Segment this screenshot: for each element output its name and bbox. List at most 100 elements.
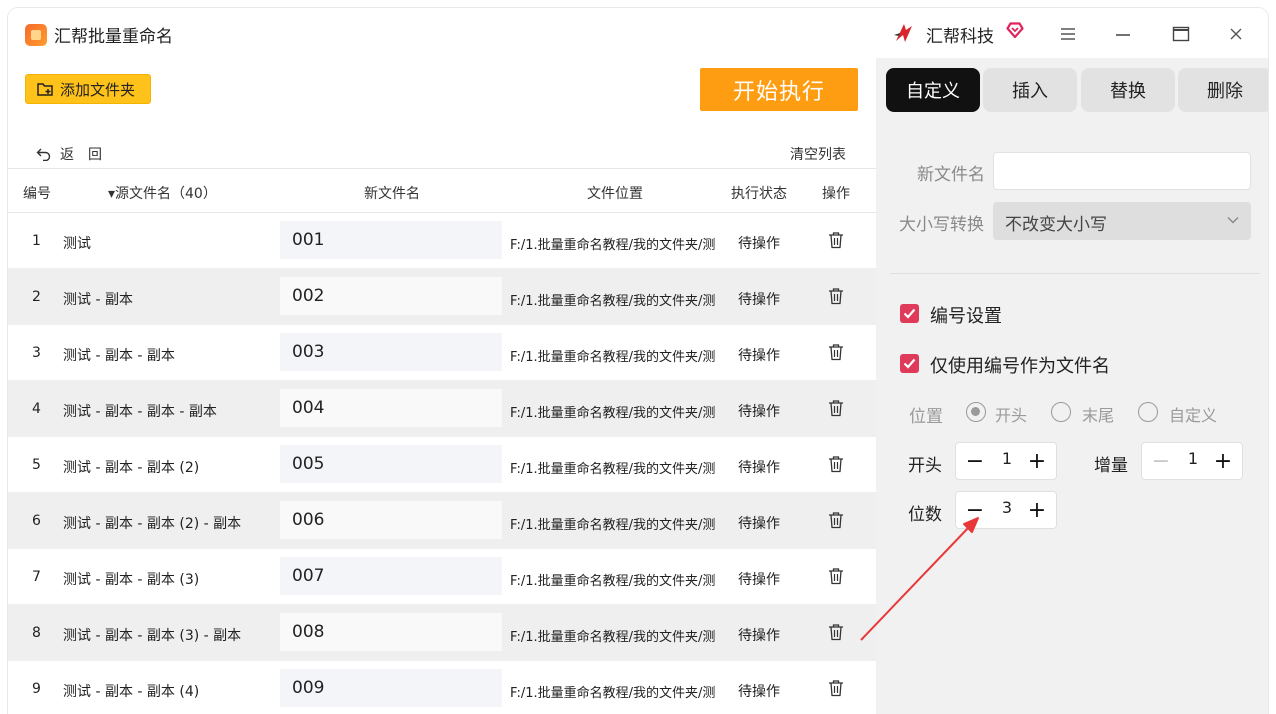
- tab-custom[interactable]: 自定义: [886, 68, 980, 112]
- row-new-name-input[interactable]: [280, 445, 502, 483]
- case-convert-label: 大小写转换: [899, 215, 984, 235]
- row-source-name: 测试 - 副本 - 副本 (2) - 副本: [63, 516, 242, 532]
- row-source-name: 测试 - 副本 - 副本 (4): [63, 684, 200, 700]
- row-index: 5: [32, 457, 41, 473]
- only-number-checkbox[interactable]: [900, 354, 919, 373]
- row-source-name: 测试 - 副本 - 副本: [63, 348, 175, 364]
- row-status: 待操作: [738, 292, 780, 308]
- row-index: 6: [32, 513, 41, 529]
- delete-icon[interactable]: [828, 623, 844, 645]
- row-file-location: F:/1.批量重命名教程/我的文件夹/测: [510, 238, 716, 253]
- checkmark-icon: [903, 308, 916, 319]
- col-header-location: 文件位置: [587, 186, 643, 202]
- row-new-name-input[interactable]: [280, 501, 502, 539]
- row-new-name-input[interactable]: [280, 613, 502, 651]
- row-file-location: F:/1.批量重命名教程/我的文件夹/测: [510, 630, 716, 645]
- row-status: 待操作: [738, 684, 780, 700]
- position-radio-start[interactable]: [966, 402, 986, 422]
- start-button[interactable]: 开始执行: [700, 68, 858, 111]
- position-option-end: 末尾: [1082, 406, 1115, 425]
- delete-icon[interactable]: [828, 231, 844, 253]
- digits-increment-button[interactable]: +: [1024, 497, 1050, 523]
- menu-icon[interactable]: [1055, 22, 1081, 46]
- table-row[interactable]: 3 测试 - 副本 - 副本 F:/1.批量重命名教程/我的文件夹/测 待操作: [8, 325, 876, 381]
- back-label: 返回: [60, 147, 116, 163]
- position-label: 位置: [909, 407, 943, 427]
- row-file-location: F:/1.批量重命名教程/我的文件夹/测: [510, 462, 716, 477]
- position-radio-custom[interactable]: [1138, 402, 1158, 422]
- row-source-name: 测试 - 副本: [63, 292, 133, 308]
- row-index: 4: [32, 401, 41, 417]
- minimize-icon[interactable]: [1110, 22, 1136, 46]
- only-number-label: 仅使用编号作为文件名: [930, 356, 1110, 377]
- tab-insert[interactable]: 插入: [983, 68, 1077, 112]
- table-row[interactable]: 9 测试 - 副本 - 副本 (4) F:/1.批量重命名教程/我的文件夹/测 待操作: [8, 661, 876, 714]
- row-file-location: F:/1.批量重命名教程/我的文件夹/测: [510, 350, 716, 365]
- table-row[interactable]: 7 测试 - 副本 - 副本 (3) F:/1.批量重命名教程/我的文件夹/测 待操作: [8, 549, 876, 605]
- col-header-index[interactable]: 编号: [23, 183, 51, 203]
- delete-icon[interactable]: [828, 567, 844, 589]
- brand-logo-icon: [894, 24, 912, 42]
- settings-pane: 自定义 插入 替换 删除 新文件名 大小写转换 不改变大小写 编号设置 仅使用编…: [876, 58, 1268, 714]
- add-folder-icon: [37, 83, 53, 96]
- row-index: 8: [32, 625, 41, 641]
- row-status: 待操作: [738, 236, 780, 252]
- delete-icon[interactable]: [828, 343, 844, 365]
- file-list-pane: 添加文件夹 开始执行 返回 清空列表 编号 ▾源文件名（40） 新文件名 文件位…: [8, 58, 876, 714]
- row-new-name-input[interactable]: [280, 277, 502, 315]
- case-convert-value: 不改变大小写: [1005, 215, 1107, 235]
- row-index: 1: [32, 233, 41, 249]
- digits-stepper[interactable]: − 3 +: [955, 491, 1057, 529]
- delete-icon[interactable]: [828, 511, 844, 533]
- chevron-down-icon: [1227, 217, 1239, 224]
- digits-label: 位数: [908, 505, 942, 525]
- add-folder-button[interactable]: 添加文件夹: [25, 74, 151, 104]
- start-increment-button[interactable]: +: [1024, 448, 1050, 474]
- position-option-custom: 自定义: [1169, 406, 1218, 425]
- row-file-location: F:/1.批量重命名教程/我的文件夹/测: [510, 294, 716, 309]
- case-convert-select[interactable]: 不改变大小写: [993, 202, 1251, 240]
- delete-icon[interactable]: [828, 399, 844, 421]
- row-file-location: F:/1.批量重命名教程/我的文件夹/测: [510, 686, 716, 701]
- delete-icon[interactable]: [828, 455, 844, 477]
- tab-replace[interactable]: 替换: [1081, 68, 1175, 112]
- row-new-name-input[interactable]: [280, 669, 502, 707]
- row-status: 待操作: [738, 404, 780, 420]
- table-row[interactable]: 2 测试 - 副本 F:/1.批量重命名教程/我的文件夹/测 待操作: [8, 269, 876, 325]
- row-new-name-input[interactable]: [280, 221, 502, 259]
- row-file-location: F:/1.批量重命名教程/我的文件夹/测: [510, 574, 716, 589]
- row-index: 3: [32, 345, 41, 361]
- add-folder-label: 添加文件夹: [60, 80, 136, 99]
- numbering-checkbox[interactable]: [900, 304, 919, 323]
- row-new-name-input[interactable]: [280, 389, 502, 427]
- close-icon[interactable]: [1223, 22, 1249, 46]
- row-file-location: F:/1.批量重命名教程/我的文件夹/测: [510, 518, 716, 533]
- back-button[interactable]: 返回: [36, 144, 116, 164]
- row-new-name-input[interactable]: [280, 557, 502, 595]
- row-index: 7: [32, 569, 41, 585]
- start-stepper[interactable]: − 1 +: [955, 442, 1057, 480]
- file-table: 编号 ▾源文件名（40） 新文件名 文件位置 执行状态 操作 1 测试 F:/1.批…: [8, 168, 876, 714]
- position-radio-end[interactable]: [1051, 402, 1071, 422]
- delete-icon[interactable]: [828, 679, 844, 701]
- table-row[interactable]: 8 测试 - 副本 - 副本 (3) - 副本 F:/1.批量重命名教程/我的文件夹…: [8, 605, 876, 661]
- table-row[interactable]: 1 测试 F:/1.批量重命名教程/我的文件夹/测 待操作: [8, 213, 876, 269]
- increment-stepper[interactable]: − 1 +: [1141, 442, 1243, 480]
- table-row[interactable]: 4 测试 - 副本 - 副本 - 副本 F:/1.批量重命名教程/我的文件夹/测 待操…: [8, 381, 876, 437]
- vip-heart-icon[interactable]: [1005, 20, 1025, 40]
- delete-icon[interactable]: [828, 287, 844, 309]
- table-header: 编号 ▾源文件名（40） 新文件名 文件位置 执行状态 操作: [8, 168, 876, 213]
- table-row[interactable]: 5 测试 - 副本 - 副本 (2) F:/1.批量重命名教程/我的文件夹/测 待操作: [8, 437, 876, 493]
- increment-increment-button[interactable]: +: [1210, 448, 1236, 474]
- maximize-icon[interactable]: [1168, 22, 1194, 46]
- row-source-name: 测试 - 副本 - 副本 - 副本: [63, 404, 217, 420]
- new-name-input[interactable]: [993, 152, 1251, 190]
- row-status: 待操作: [738, 572, 780, 588]
- clear-list-button[interactable]: 清空列表: [790, 144, 846, 164]
- col-header-source[interactable]: ▾源文件名（40）: [108, 183, 217, 203]
- row-source-name: 测试 - 副本 - 副本 (3) - 副本: [63, 628, 242, 644]
- row-status: 待操作: [738, 348, 780, 364]
- tab-delete[interactable]: 删除: [1178, 68, 1268, 112]
- table-row[interactable]: 6 测试 - 副本 - 副本 (2) - 副本 F:/1.批量重命名教程/我的文件夹…: [8, 493, 876, 549]
- row-new-name-input[interactable]: [280, 333, 502, 371]
